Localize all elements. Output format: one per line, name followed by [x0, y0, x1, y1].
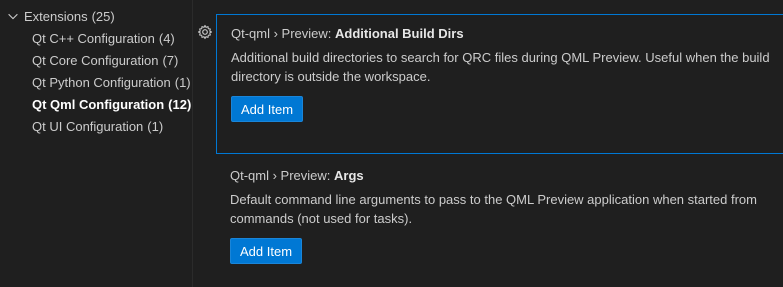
setting-additional-build-dirs: Qt-qml › Preview: Additional Build Dirs … — [216, 14, 783, 154]
toc-item-count: (4) — [158, 30, 175, 46]
settings-editor: Extensions (25) Qt C++ Configuration (4)… — [0, 0, 783, 287]
setting-title: Qt-qml › Preview: Additional Build Dirs — [231, 25, 783, 43]
toc-group-extensions[interactable]: Extensions (25) — [0, 5, 192, 27]
toc-item-qt-qml[interactable]: Qt Qml Configuration (12) — [0, 93, 192, 115]
setting-category: Qt-qml › Preview: — [230, 168, 335, 183]
toc-group-label: Extensions — [24, 8, 88, 24]
toc-item-qt-python[interactable]: Qt Python Configuration (1) — [0, 71, 192, 93]
add-item-button[interactable]: Add Item — [230, 238, 303, 264]
toc-item-label: Qt Core Configuration — [32, 52, 159, 68]
add-item-button[interactable]: Add Item — [231, 96, 304, 122]
setting-description: Default command line arguments to pass t… — [230, 192, 757, 226]
toc-item-label: Qt C++ Configuration — [32, 30, 155, 46]
toc-item-label: Qt Python Configuration — [32, 74, 171, 90]
settings-toc: Extensions (25) Qt C++ Configuration (4)… — [0, 0, 193, 287]
chevron-down-icon — [8, 13, 18, 20]
toc-item-qt-ui[interactable]: Qt UI Configuration (1) — [0, 115, 192, 137]
toc-item-count: (7) — [162, 52, 179, 68]
toc-item-count: (1) — [147, 118, 164, 134]
toc-item-label: Qt UI Configuration — [32, 118, 144, 134]
toc-item-label: Qt Qml Configuration — [32, 96, 165, 112]
setting-category: Qt-qml › Preview: — [231, 26, 336, 41]
setting-title: Qt-qml › Preview: Args — [230, 167, 783, 185]
toc-item-count: (1) — [174, 74, 191, 90]
gear-icon[interactable] — [197, 24, 213, 40]
toc-group-count: (25) — [91, 8, 115, 24]
setting-key: Additional Build Dirs — [335, 26, 464, 41]
toc-item-qt-cpp[interactable]: Qt C++ Configuration (4) — [0, 27, 192, 49]
toc-item-count: (12) — [168, 96, 192, 112]
setting-args: Qt-qml › Preview: Args Default command l… — [216, 157, 783, 287]
setting-description: Additional build directories to search f… — [231, 50, 770, 84]
toc-item-qt-core[interactable]: Qt Core Configuration (7) — [0, 49, 192, 71]
setting-key: Args — [334, 168, 364, 183]
